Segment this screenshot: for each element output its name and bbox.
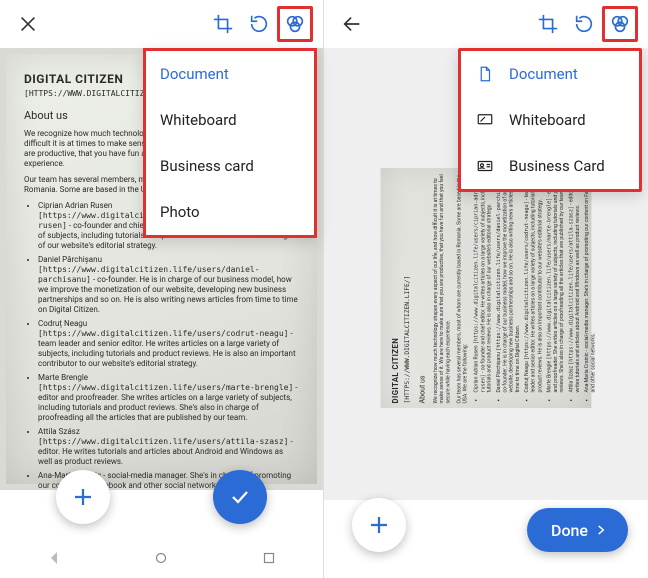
doc-member-item: Ana-Maria Crainic - social-media manager… (584, 173, 597, 393)
confirm-button[interactable] (213, 470, 267, 524)
menu-item-photo[interactable]: Photo (146, 189, 314, 235)
doc-member-item: Marte Brengle [https://www.digitalcitize… (546, 173, 565, 393)
menu-item-document[interactable]: Document (461, 51, 639, 97)
doc-member-item: Attila Szász [https://www.digitalcitizen… (568, 173, 581, 393)
done-button[interactable]: Done (527, 508, 628, 552)
document-page: DIGITAL CITIZEN [HTTPS://WWW.DIGITALCITI… (381, 168, 592, 408)
doc-member-item: Ciprian Adrian Rusen [https://www.digita… (473, 173, 492, 393)
crop-button[interactable] (530, 6, 566, 42)
doc-member-list: Ciprian Adrian Rusen [https://www.digita… (473, 173, 596, 404)
businesscard-icon (475, 156, 495, 176)
bottom-bar: Done (324, 500, 648, 578)
filter-button[interactable] (277, 6, 313, 42)
done-label: Done (551, 521, 588, 540)
doc-member-list: Ciprian Adrian Rusen [https://www.digita… (24, 201, 299, 490)
doc-url: [HTTPS://WWW.DIGITALCITIZEN.LIFE/] (403, 173, 411, 404)
filter-button[interactable] (602, 6, 638, 42)
menu-item-label: Photo (160, 203, 200, 221)
menu-item-label: Document (509, 65, 578, 83)
nav-recent-icon[interactable] (260, 549, 278, 571)
back-button[interactable] (334, 6, 370, 42)
close-button[interactable] (10, 6, 46, 42)
chevron-right-icon (594, 523, 608, 537)
menu-item-label: Whiteboard (509, 111, 586, 129)
doc-member-item: Daniel Pârchișanu [https://www.digitalci… (495, 173, 520, 393)
doc-intro2: Our team has several members, most of wh… (456, 173, 469, 404)
add-page-button[interactable] (56, 470, 110, 524)
toolbar (0, 0, 323, 48)
doc-member-item: Daniel Pârchișanu [https://www.digitalci… (38, 255, 299, 315)
menu-item-document[interactable]: Document (146, 51, 314, 97)
doc-intro1: We recognize how much technology shapes … (432, 173, 451, 404)
document-icon (475, 64, 495, 84)
nav-home-icon[interactable] (152, 549, 170, 571)
menu-item-label: Whiteboard (160, 111, 237, 129)
filter-menu: Document Whiteboard Business Card (458, 48, 642, 192)
toolbar (324, 0, 648, 48)
menu-item-whiteboard[interactable]: Whiteboard (146, 97, 314, 143)
menu-item-label: Business card (160, 157, 254, 175)
whiteboard-icon (475, 110, 495, 130)
doc-heading: About us (419, 173, 428, 404)
menu-item-businesscard[interactable]: Business card (146, 143, 314, 189)
add-page-button[interactable] (352, 498, 406, 552)
doc-member-item: Marte Brengle [https://www.digitalcitize… (38, 373, 299, 423)
bottom-bar (0, 490, 323, 578)
menu-item-label: Business Card (509, 157, 605, 175)
pane-left: Document Whiteboard Business card Photo … (0, 0, 324, 578)
nav-back-icon[interactable] (45, 549, 63, 571)
android-nav (0, 542, 323, 578)
menu-item-label: Document (160, 65, 229, 83)
rotate-button[interactable] (566, 6, 602, 42)
filter-menu: Document Whiteboard Business card Photo (143, 48, 317, 238)
menu-item-businesscard[interactable]: Business Card (461, 143, 639, 189)
menu-item-whiteboard[interactable]: Whiteboard (461, 97, 639, 143)
rotate-button[interactable] (241, 6, 277, 42)
doc-title: DIGITAL CITIZEN (392, 173, 402, 404)
doc-member-item: Codruț Neagu [https://www.digitalcitizen… (38, 319, 299, 369)
pane-right: Document Whiteboard Business Card DIGITA… (324, 0, 648, 578)
crop-button[interactable] (205, 6, 241, 42)
doc-member-item: Codruț Neagu [https://www.digitalcitizen… (524, 173, 543, 393)
doc-member-item: Attila Szász [https://www.digitalcitizen… (38, 427, 299, 467)
